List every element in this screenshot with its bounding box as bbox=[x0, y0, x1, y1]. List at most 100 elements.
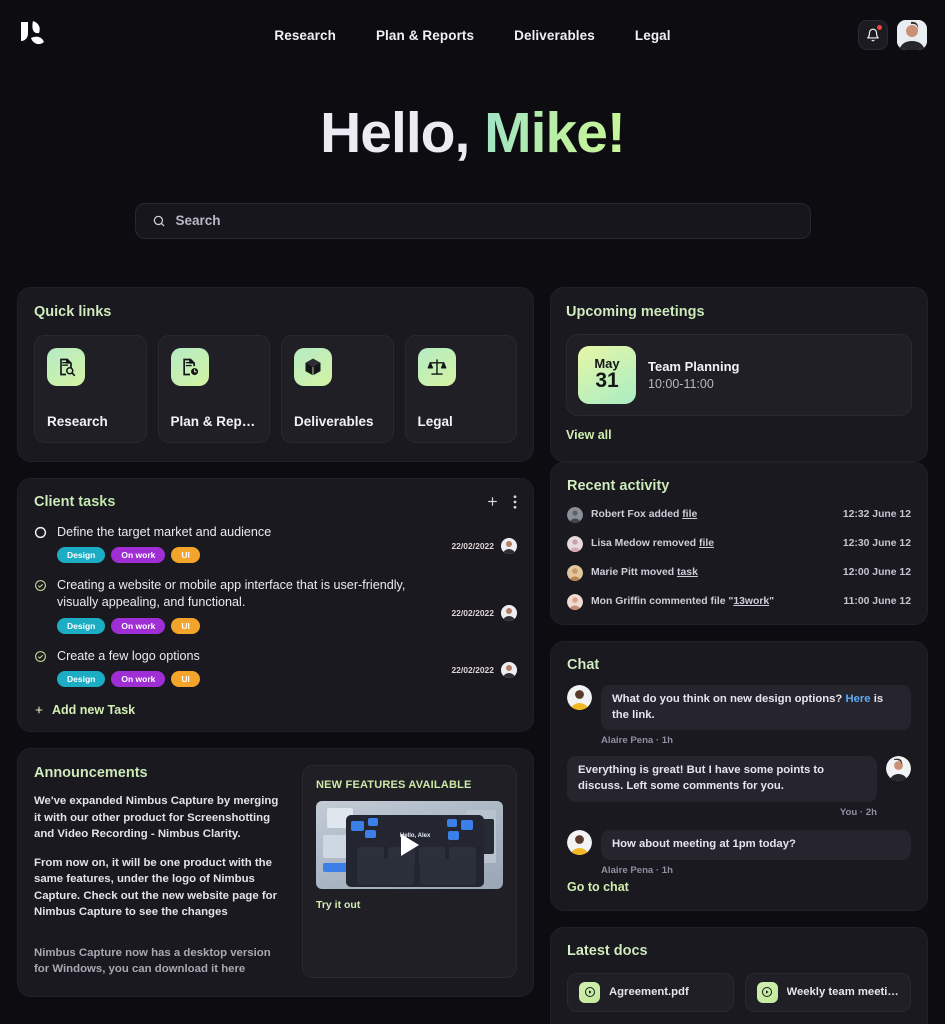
plus-icon bbox=[488, 497, 497, 507]
add-task-icon-button[interactable] bbox=[486, 495, 499, 508]
left-column: Client tasks Define the target market an… bbox=[17, 462, 534, 997]
promo-video-thumbnail[interactable]: Hello, Alex bbox=[316, 801, 503, 890]
task-assignee-avatar[interactable] bbox=[501, 605, 517, 622]
recent-activity-card: Recent activity Robert Fox added file 12… bbox=[550, 461, 928, 625]
meetings-view-all-link[interactable]: View all bbox=[566, 428, 612, 442]
quick-link-research[interactable]: Research bbox=[34, 334, 147, 443]
task-text: Define the target market and audience bbox=[57, 524, 272, 539]
task-assignee-avatar[interactable] bbox=[501, 661, 517, 678]
quick-link-label: Plan & Reports bbox=[170, 413, 258, 429]
quick-links-title: Quick links bbox=[34, 304, 517, 320]
promo-badge: NEW FEATURES AVAILABLE bbox=[316, 779, 472, 792]
chat-link[interactable]: Here bbox=[845, 693, 870, 705]
right-column: Recent activity Robert Fox added file 12… bbox=[550, 461, 928, 1024]
task-row: Creating a website or mobile app interfa… bbox=[34, 577, 517, 634]
activity-link[interactable]: file bbox=[682, 509, 697, 520]
profile-avatar[interactable] bbox=[897, 20, 927, 50]
meeting-details: Team Planning 10:00-11:00 bbox=[648, 359, 740, 391]
client-tasks-header: Client tasks bbox=[34, 494, 517, 510]
activity-link[interactable]: file bbox=[699, 538, 714, 549]
cube-icon bbox=[294, 347, 332, 386]
quick-links-card: Quick links Research Plan & Repor Delive… bbox=[17, 286, 534, 462]
chat-avatar[interactable] bbox=[567, 829, 592, 855]
task-assignee-avatar[interactable] bbox=[501, 537, 517, 554]
latest-docs-list: Agreement.pdf Weekly team meetin... bbox=[567, 972, 911, 1012]
activity-text: Mon Griffin commented file "13work" bbox=[591, 596, 775, 608]
meeting-time: 10:00-11:00 bbox=[648, 376, 714, 391]
meeting-month: May bbox=[594, 355, 620, 371]
hero-username: Mike! bbox=[484, 101, 626, 165]
row-top: Quick links Research Plan & Repor Delive… bbox=[17, 286, 928, 462]
task-body: Define the target market and audience De… bbox=[57, 524, 442, 564]
tag-on-work[interactable]: On work bbox=[111, 617, 166, 634]
task-checkbox-checked[interactable] bbox=[34, 579, 48, 597]
leaf-logo[interactable] bbox=[16, 18, 50, 52]
nav-link-deliverables[interactable]: Deliverables bbox=[514, 28, 595, 43]
scales-icon bbox=[417, 347, 456, 386]
notifications-button[interactable] bbox=[858, 20, 888, 50]
tag-ui[interactable]: UI bbox=[171, 547, 200, 564]
search-input[interactable]: Search bbox=[134, 202, 811, 239]
doc-icon bbox=[579, 981, 600, 1003]
search-icon bbox=[153, 215, 164, 226]
upcoming-meetings-title: Upcoming meetings bbox=[566, 304, 912, 320]
task-tags: Design On work UI bbox=[57, 617, 442, 634]
task-body: Create a few logo options Design On work… bbox=[57, 648, 442, 688]
client-tasks-title: Client tasks bbox=[34, 493, 116, 510]
client-tasks-card: Client tasks Define the target market an… bbox=[17, 477, 534, 733]
activity-link[interactable]: task bbox=[677, 567, 698, 578]
task-checkbox-unchecked[interactable] bbox=[34, 526, 48, 544]
nav-link-legal[interactable]: Legal bbox=[635, 28, 671, 43]
task-row: Define the target market and audience De… bbox=[34, 524, 517, 564]
tasks-more-menu-button[interactable] bbox=[513, 495, 517, 509]
chat-message-meta: You · 2h bbox=[839, 806, 877, 818]
task-text: Create a few logo options bbox=[57, 648, 200, 663]
plus-icon bbox=[35, 706, 43, 714]
chat-avatar[interactable] bbox=[886, 756, 911, 782]
activity-avatar bbox=[567, 535, 583, 552]
task-checkbox-checked[interactable] bbox=[34, 650, 48, 668]
chat-bubble: Everything is great! But I have some poi… bbox=[567, 756, 877, 802]
task-date: 22/02/2022 bbox=[451, 540, 494, 551]
task-text: Creating a website or mobile app interfa… bbox=[57, 578, 406, 610]
announcement-paragraph: We've expanded Nimbus Capture by merging… bbox=[34, 795, 279, 841]
tag-design[interactable]: Design bbox=[57, 671, 106, 688]
announcement-paragraph: From now on, it will be one product with… bbox=[34, 856, 278, 919]
chat-bubble: What do you think on new design options?… bbox=[601, 684, 911, 731]
quick-link-legal[interactable]: Legal bbox=[404, 334, 517, 443]
activity-timestamp: 12:30 June 12 bbox=[842, 538, 911, 550]
tag-on-work[interactable]: On work bbox=[111, 671, 166, 688]
meeting-item[interactable]: May 31 Team Planning 10:00-11:00 bbox=[566, 333, 912, 416]
doc-item-weekly-meeting[interactable]: Weekly team meetin... bbox=[744, 972, 911, 1012]
add-new-task-button[interactable]: Add new Task bbox=[34, 703, 517, 717]
chat-title: Chat bbox=[567, 657, 911, 673]
quick-link-deliverables[interactable]: Deliverables bbox=[281, 334, 394, 443]
task-tags: Design On work UI bbox=[57, 671, 442, 688]
tag-on-work[interactable]: On work bbox=[111, 547, 166, 564]
chat-message-meta: Alaire Pena · 1h bbox=[601, 735, 673, 747]
task-date: 22/02/2022 bbox=[451, 608, 494, 619]
chat-message-incoming: How about meeting at 1pm today? Alaire P… bbox=[567, 829, 911, 876]
tag-ui[interactable]: UI bbox=[171, 671, 200, 688]
kebab-menu-icon bbox=[513, 495, 517, 509]
latest-docs-card: Latest docs Agreement.pdf Weekly team me… bbox=[550, 926, 928, 1024]
activity-link[interactable]: 13work bbox=[733, 596, 769, 607]
play-icon[interactable] bbox=[400, 834, 419, 857]
quick-link-label: Deliverables bbox=[294, 413, 374, 429]
activity-timestamp: 12:32 June 12 bbox=[842, 509, 911, 521]
nav-link-research[interactable]: Research bbox=[274, 28, 336, 43]
tag-design[interactable]: Design bbox=[57, 547, 106, 564]
doc-item-agreement[interactable]: Agreement.pdf bbox=[567, 972, 734, 1012]
task-meta: 22/02/2022 bbox=[451, 648, 517, 678]
activity-avatar bbox=[567, 593, 583, 610]
chat-bubble: How about meeting at 1pm today? bbox=[601, 829, 911, 860]
chat-avatar[interactable] bbox=[567, 684, 592, 710]
search-placeholder: Search bbox=[175, 213, 221, 229]
quick-link-plan-reports[interactable]: Plan & Reports bbox=[157, 334, 270, 443]
nav-link-plan-reports[interactable]: Plan & Reports bbox=[376, 28, 474, 43]
go-to-chat-link[interactable]: Go to chat bbox=[567, 880, 629, 894]
tag-ui[interactable]: UI bbox=[171, 617, 200, 634]
try-it-out-link[interactable]: Try it out bbox=[316, 899, 503, 911]
announcements-card: Announcements We've expanded Nimbus Capt… bbox=[17, 748, 534, 997]
tag-design[interactable]: Design bbox=[57, 617, 106, 634]
